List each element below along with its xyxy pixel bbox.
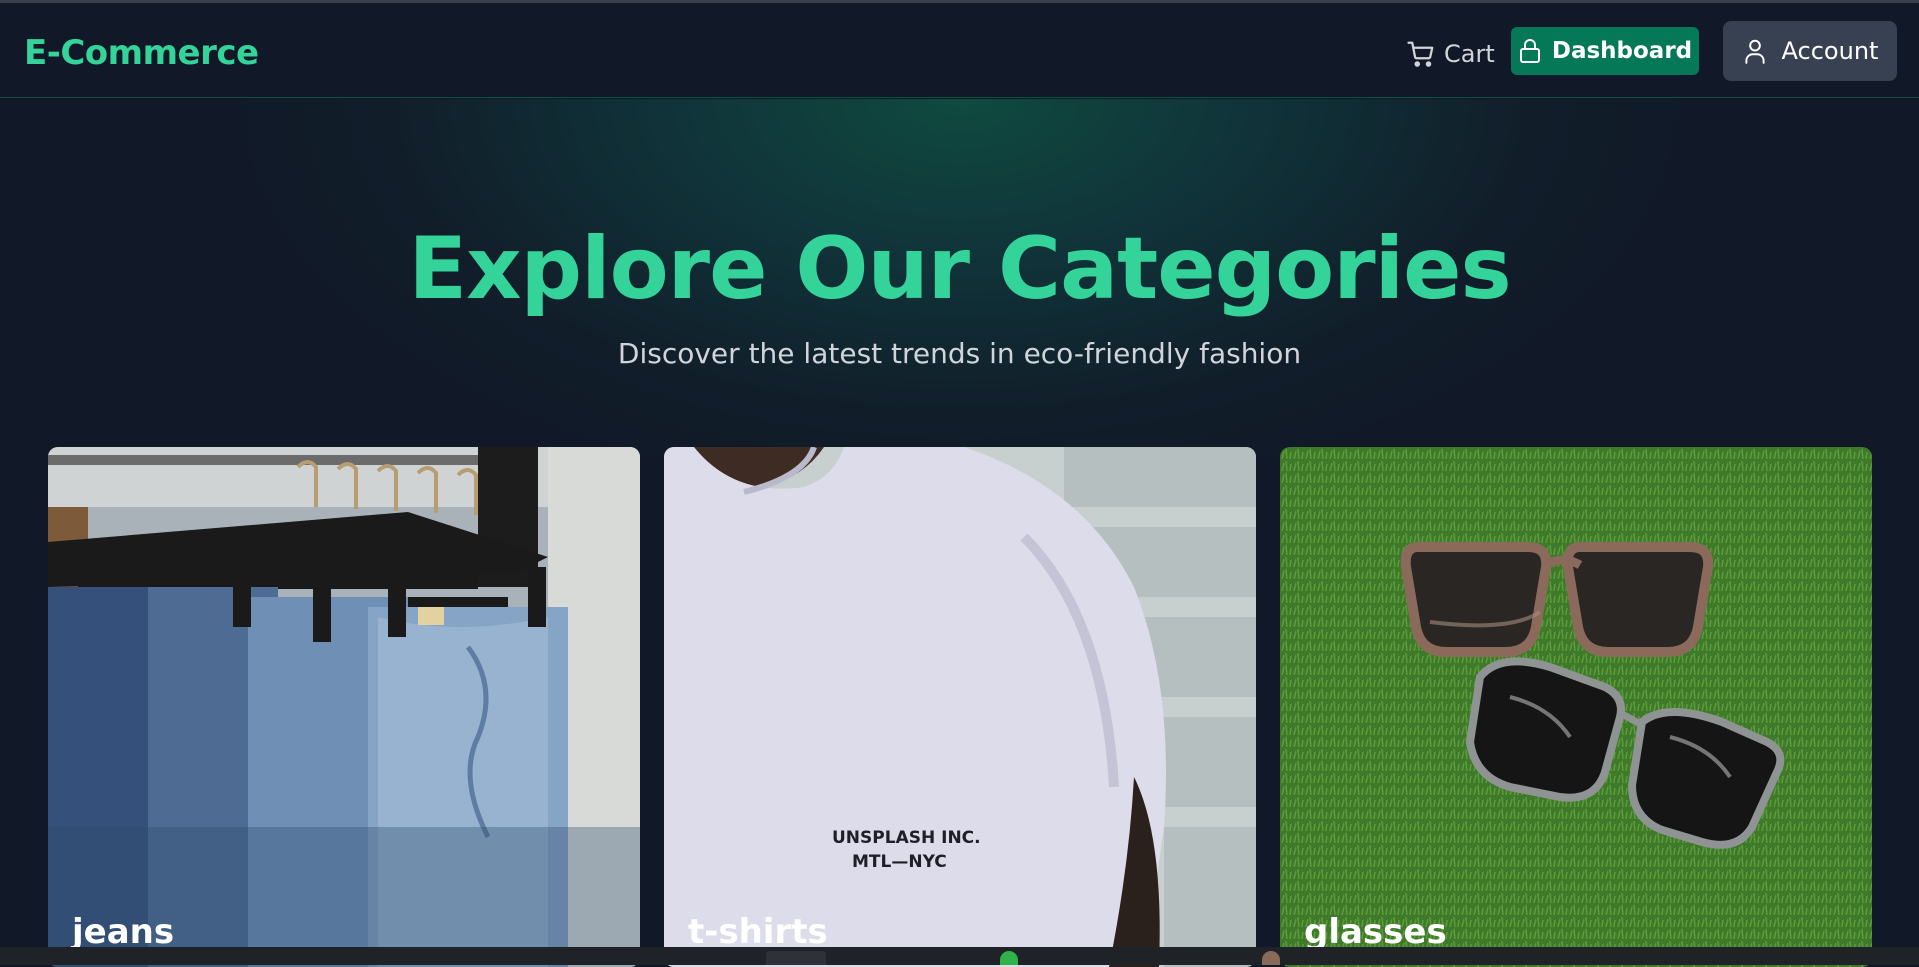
- glasses-image: [1280, 447, 1872, 967]
- account-button[interactable]: Account: [1723, 21, 1897, 81]
- lock-icon: [1519, 39, 1540, 63]
- taskbar-item[interactable]: [766, 951, 826, 965]
- taskbar-app-icon[interactable]: [1262, 951, 1280, 965]
- user-icon: [1744, 39, 1765, 64]
- dashboard-label: Dashboard: [1551, 38, 1693, 64]
- taskbar: [0, 947, 1919, 965]
- cart-label: Cart: [1444, 40, 1495, 68]
- tshirt-print-line1: UNSPLASH INC.: [832, 828, 981, 848]
- category-card-jeans[interactable]: jeans: [48, 447, 640, 967]
- cart-link[interactable]: Cart: [1406, 37, 1495, 71]
- cart-icon: [1407, 41, 1434, 67]
- tshirt-print-line2: MTL—NYC: [852, 852, 947, 872]
- category-card-glasses[interactable]: glasses: [1280, 447, 1872, 967]
- page-subtitle: Discover the latest trends in eco-friend…: [617, 337, 1302, 370]
- page-title: Explore Our Categories: [408, 219, 1511, 319]
- jeans-image: [48, 447, 640, 967]
- category-label-jeans: jeans: [72, 912, 175, 952]
- dashboard-button[interactable]: Dashboard: [1511, 27, 1699, 75]
- taskbar-app-icon[interactable]: [1000, 951, 1018, 965]
- tshirt-image: UNSPLASH INC. MTL—NYC: [664, 447, 1256, 967]
- navbar: E-Commerce Cart Dashboard Account: [0, 3, 1919, 98]
- account-label: Account: [1781, 37, 1879, 65]
- category-card-tshirts[interactable]: UNSPLASH INC. MTL—NYC t-shirts: [664, 447, 1256, 967]
- category-label-glasses: glasses: [1304, 912, 1447, 952]
- main-content: Explore Our Categories Discover the late…: [0, 99, 1919, 967]
- category-label-tshirts: t-shirts: [688, 912, 828, 952]
- site-logo[interactable]: E-Commerce: [24, 33, 259, 73]
